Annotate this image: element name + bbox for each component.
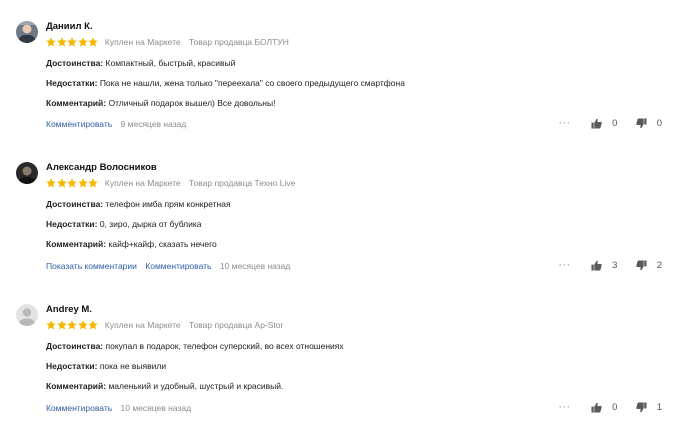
thumbs-down-icon[interactable]	[636, 118, 647, 129]
review-pros: Достоинства: телефон имба прям конкретна…	[46, 198, 231, 210]
review-card: Andrey M. Куплен на Маркете Товар продав…	[0, 304, 680, 424]
review-meta: Куплен на Маркете Товар продавца Техно L…	[46, 177, 301, 189]
comment-link[interactable]: Комментировать	[145, 261, 211, 271]
star-icon	[56, 37, 67, 47]
more-dots-icon[interactable]: ···	[559, 402, 575, 414]
dislike-count: 1	[656, 402, 662, 413]
review-meta: Куплен на Маркете Товар продавца Ap-Stor	[46, 319, 289, 331]
cons-text: пока не выявили	[99, 361, 167, 371]
like-count: 0	[612, 118, 618, 129]
review-footer: Комментировать 10 месяцев назад	[46, 402, 191, 414]
review-comment: Комментарий: маленький и удобный, шустры…	[46, 380, 283, 392]
pros-text: покупал в подарок, телефон суперский, во…	[105, 341, 344, 351]
comment-label: Комментарий:	[46, 381, 107, 391]
review-pros: Достоинства: покупал в подарок, телефон …	[46, 340, 344, 352]
star-icon	[77, 37, 88, 47]
cons-text: Пока не нашли, жена только "переехала" с…	[99, 78, 405, 88]
thumbs-down-icon[interactable]	[636, 402, 647, 413]
review-comment: Комментарий: кайф+кайф, сказать нечего	[46, 238, 217, 250]
review-actions: ··· 3 2	[559, 260, 662, 272]
star-icon	[46, 320, 56, 330]
dislike-count: 2	[656, 260, 662, 271]
star-icon	[77, 320, 88, 330]
review-pros: Достоинства: Компактный, быстрый, красив…	[46, 57, 235, 69]
star-icon	[46, 37, 56, 47]
review-footer: Показать комментарии Комментировать 10 м…	[46, 260, 290, 272]
thumbs-up-icon[interactable]	[591, 402, 603, 413]
review-author[interactable]: Даниил К.	[46, 21, 93, 33]
star-icon	[77, 178, 88, 188]
thumbs-down-icon[interactable]	[636, 260, 647, 271]
comment-label: Комментарий:	[46, 98, 107, 108]
cons-label: Недостатки:	[46, 361, 98, 371]
purchase-badge: Куплен на Маркете	[104, 178, 181, 188]
review-author[interactable]: Andrey M.	[46, 304, 92, 316]
avatar[interactable]	[16, 162, 38, 184]
comment-text: кайф+кайф, сказать нечего	[108, 239, 217, 249]
review-actions: ··· 0 1	[559, 402, 662, 414]
more-dots-icon[interactable]: ···	[559, 118, 575, 130]
cons-text: 0, зиро, дырка от бублика	[99, 219, 202, 229]
review-card: Даниил К. Куплен на Маркете Товар продав…	[0, 21, 680, 141]
star-icon	[88, 37, 98, 47]
review-cons: Недостатки: Пока не нашли, жена только "…	[46, 77, 405, 89]
review-footer: Комментировать 9 месяцев назад	[46, 118, 186, 130]
like-count: 0	[612, 402, 618, 413]
review-comment: Комментарий: Отличный подарок вышел) Все…	[46, 97, 275, 109]
review-cons: Недостатки: пока не выявили	[46, 360, 166, 372]
comment-text: маленький и удобный, шустрый и красивый.	[108, 381, 284, 391]
cons-label: Недостатки:	[46, 219, 98, 229]
review-cons: Недостатки: 0, зиро, дырка от бублика	[46, 218, 202, 230]
seller-info: Товар продавца Ap-Stor	[189, 320, 284, 330]
pros-label: Достоинства:	[46, 341, 104, 351]
rating-stars	[46, 177, 99, 189]
avatar[interactable]	[16, 21, 38, 43]
star-icon	[67, 320, 77, 330]
rating-stars	[46, 319, 99, 331]
review-author[interactable]: Александр Волосников	[46, 162, 157, 174]
review-actions: ··· 0 0	[559, 118, 662, 130]
dislike-count: 0	[656, 118, 662, 129]
star-icon	[67, 178, 77, 188]
pros-text: телефон имба прям конкретная	[105, 199, 231, 209]
purchase-badge: Куплен на Маркете	[104, 320, 181, 330]
avatar[interactable]	[16, 304, 38, 326]
more-dots-icon[interactable]: ···	[559, 260, 575, 272]
pros-text: Компактный, быстрый, красивый	[105, 58, 236, 68]
star-icon	[56, 178, 67, 188]
pros-label: Достоинства:	[46, 58, 104, 68]
show-comments-link[interactable]: Показать комментарии	[46, 261, 137, 271]
rating-stars	[46, 36, 99, 48]
comment-link[interactable]: Комментировать	[46, 403, 112, 413]
thumbs-up-icon[interactable]	[591, 260, 603, 271]
purchase-badge: Куплен на Маркете	[104, 37, 181, 47]
review-date: 9 месяцев назад	[120, 119, 187, 129]
cons-label: Недостатки:	[46, 78, 98, 88]
review-meta: Куплен на Маркете Товар продавца БОЛТУН	[46, 36, 295, 48]
thumbs-up-icon[interactable]	[591, 118, 603, 129]
review-date: 10 месяцев назад	[219, 261, 291, 271]
star-icon	[67, 37, 77, 47]
comment-text: Отличный подарок вышел) Все довольны!	[108, 98, 276, 108]
star-icon	[88, 320, 98, 330]
star-icon	[88, 178, 98, 188]
star-icon	[56, 320, 67, 330]
star-icon	[46, 178, 56, 188]
like-count: 3	[612, 260, 618, 271]
seller-info: Товар продавца Техно Live	[189, 178, 296, 188]
review-date: 10 месяцев назад	[120, 403, 192, 413]
review-card: Александр Волосников Куплен на Маркете Т…	[0, 162, 680, 282]
comment-link[interactable]: Комментировать	[46, 119, 112, 129]
comment-label: Комментарий:	[46, 239, 107, 249]
pros-label: Достоинства:	[46, 199, 104, 209]
seller-info: Товар продавца БОЛТУН	[189, 37, 289, 47]
